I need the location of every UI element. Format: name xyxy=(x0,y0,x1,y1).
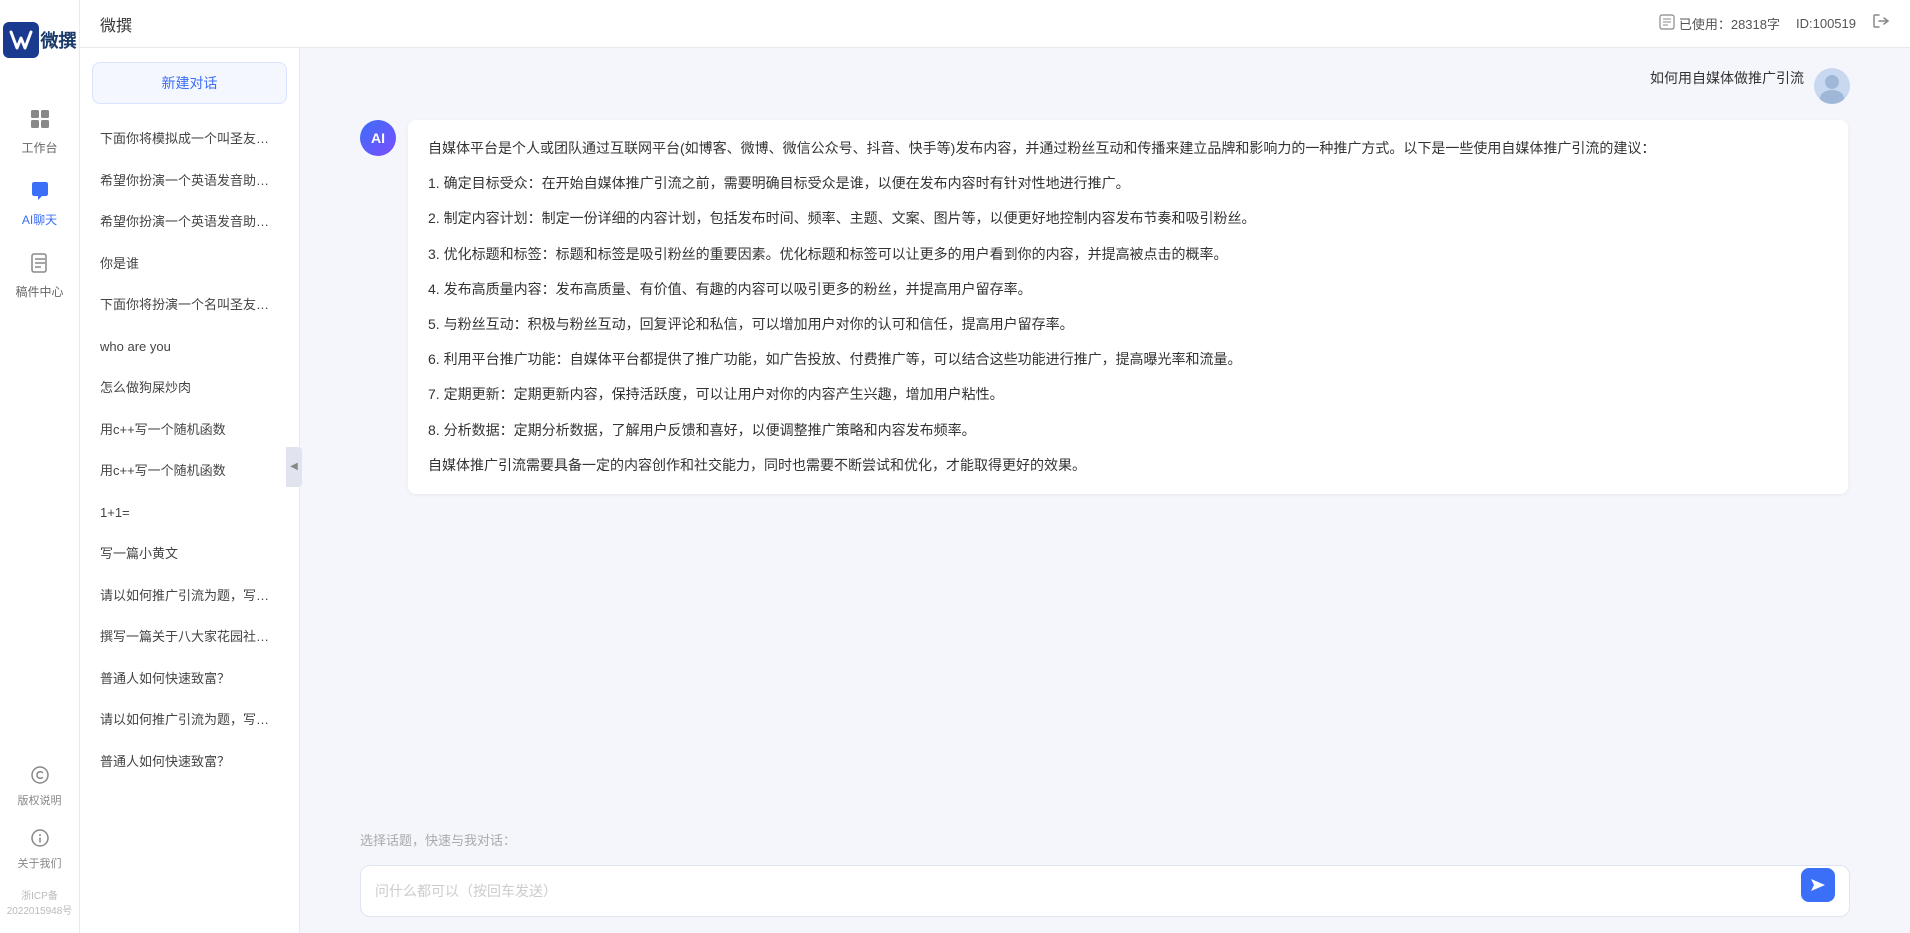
history-item[interactable]: 你是谁 xyxy=(86,244,293,284)
word-count-text: 已使用：28318字 xyxy=(1679,14,1780,33)
ai-paragraph-7: 7. 定期更新：定期更新内容，保持活跃度，可以让用户对你的内容产生兴趣，增加用户… xyxy=(428,382,1828,407)
history-item[interactable]: 怎么做狗屎炒肉 xyxy=(86,368,293,408)
workbench-icon xyxy=(29,108,51,136)
nav-workbench[interactable]: 工作台 xyxy=(6,98,74,166)
ai-message: AI 自媒体平台是个人或团队通过互联网平台(如博客、微博、微信公众号、抖音、快手… xyxy=(360,120,1850,494)
main-area: 微撰 已使用：28318字 ID:100519 新建对话 下面你将模拟成一个叫圣… xyxy=(80,0,1910,933)
ai-avatar: AI xyxy=(360,120,396,156)
ai-chat-icon xyxy=(29,180,51,208)
history-item[interactable]: 普通人如何快速致富？ xyxy=(86,659,293,699)
quick-topics: 选择话题，快速与我对话： xyxy=(300,820,1910,855)
copyright-icon xyxy=(30,765,50,790)
history-item[interactable]: 撰写一篇关于八大家花园社区一刻钟便民生... xyxy=(86,617,293,657)
ai-paragraph-8: 8. 分析数据：定期分析数据，了解用户反馈和喜好，以便调整推广策略和内容发布频率… xyxy=(428,418,1828,443)
nav-about[interactable]: 关于我们 xyxy=(10,820,70,879)
history-item[interactable]: 请以如何推广引流为题，写一篇大纲 xyxy=(86,576,293,616)
history-item[interactable]: 希望你扮演一个英语发音助手，我提供给你... xyxy=(86,202,293,242)
history-item[interactable]: who are you xyxy=(86,327,293,367)
drafts-icon xyxy=(29,252,51,280)
copyright-label: 版权说明 xyxy=(18,792,62,808)
history-item[interactable]: 1+1= xyxy=(86,493,293,533)
user-message: 如何用自媒体做推广引流 xyxy=(360,68,1850,104)
quick-topics-label: 选择话题，快速与我对话： xyxy=(360,833,516,848)
ai-message-content: 自媒体平台是个人或团队通过互联网平台(如博客、微博、微信公众号、抖音、快手等)发… xyxy=(408,120,1848,494)
header: 微撰 已使用：28318字 ID:100519 xyxy=(80,0,1910,48)
input-area: 问什么都可以（按回车发送） xyxy=(300,855,1910,933)
workbench-label: 工作台 xyxy=(21,139,57,156)
nav-ai-chat[interactable]: AI聊天 xyxy=(6,170,74,238)
nav-drafts[interactable]: 稿件中心 xyxy=(6,242,74,310)
ai-paragraph-9: 自媒体推广引流需要具备一定的内容创作和社交能力，同时也需要不断尝试和优化，才能取… xyxy=(428,453,1828,478)
history-item[interactable]: 普通人如何快速致富？ xyxy=(86,742,293,782)
ai-paragraph-3: 3. 优化标题和标签：标题和标签是吸引粉丝的重要因素。优化标题和标签可以让更多的… xyxy=(428,242,1828,267)
new-chat-button[interactable]: 新建对话 xyxy=(92,62,287,104)
logo-icon xyxy=(3,22,39,58)
nav-copyright[interactable]: 版权说明 xyxy=(10,757,70,816)
history-item[interactable]: 下面你将扮演一个名叫圣友的医生 xyxy=(86,285,293,325)
ai-chat-label: AI聊天 xyxy=(22,211,57,228)
about-icon xyxy=(30,828,50,853)
word-count: 已使用：28318字 xyxy=(1659,14,1780,33)
icp-text: 浙ICP备2022015948号 xyxy=(0,883,79,921)
nav-bottom: 版权说明 关于我们 浙ICP备2022015948号 xyxy=(0,757,79,921)
send-button[interactable] xyxy=(1801,868,1835,902)
word-count-icon xyxy=(1659,14,1675,33)
ai-paragraph-1: 1. 确定目标受众：在开始自媒体推广引流之前，需要明确目标受众是谁，以便在发布内… xyxy=(428,171,1828,196)
ai-paragraph-4: 4. 发布高质量内容：发布高质量、有价值、有趣的内容可以吸引更多的粉丝，并提高用… xyxy=(428,277,1828,302)
user-avatar xyxy=(1814,68,1850,104)
content-area: 新建对话 下面你将模拟成一个叫圣友的程序员，我说... 希望你扮演一个英语发音助… xyxy=(80,48,1910,933)
about-label: 关于我们 xyxy=(18,855,62,871)
chat-input-container[interactable]: 问什么都可以（按回车发送） xyxy=(360,865,1850,917)
ai-paragraph-0: 自媒体平台是个人或团队通过互联网平台(如博客、微博、微信公众号、抖音、快手等)发… xyxy=(428,136,1828,161)
ai-paragraph-2: 2. 制定内容计划：制定一份详细的内容计划，包括发布时间、频率、主题、文案、图片… xyxy=(428,206,1828,231)
ai-paragraph-5: 5. 与粉丝互动：积极与粉丝互动，回复评论和私信，可以增加用户对你的认可和信任，… xyxy=(428,312,1828,337)
history-item[interactable]: 用c++写一个随机函数 xyxy=(86,451,293,491)
logout-icon[interactable] xyxy=(1872,12,1890,35)
left-navigation: 微撰 工作台 AI聊天 稿件中心 版权说明 关于我们 xyxy=(0,0,80,933)
sidebar-collapse-toggle[interactable]: ◀ xyxy=(286,447,302,487)
history-item[interactable]: 写一篇小黄文 xyxy=(86,534,293,574)
history-item[interactable]: 希望你扮演一个英语发音助手，我提供给你... xyxy=(86,161,293,201)
app-logo: 微撰 xyxy=(3,12,77,68)
chat-messages: 如何用自媒体做推广引流 AI 自媒体平台是个人或团队通过互联网平台(如博客、微博… xyxy=(300,48,1910,820)
logo-text: 微撰 xyxy=(41,27,77,53)
drafts-label: 稿件中心 xyxy=(15,283,63,300)
header-right: 已使用：28318字 ID:100519 xyxy=(1659,12,1890,35)
chat-area: 如何用自媒体做推广引流 AI 自媒体平台是个人或团队通过互联网平台(如博客、微博… xyxy=(300,48,1910,933)
history-item[interactable]: 请以如何推广引流为题，写一篇大纲 xyxy=(86,700,293,740)
user-message-content: 如何用自媒体做推广引流 xyxy=(1650,68,1804,88)
history-sidebar: 新建对话 下面你将模拟成一个叫圣友的程序员，我说... 希望你扮演一个英语发音助… xyxy=(80,48,300,933)
history-item[interactable]: 下面你将模拟成一个叫圣友的程序员，我说... xyxy=(86,119,293,159)
header-title: 微撰 xyxy=(100,12,132,36)
user-id: ID:100519 xyxy=(1796,16,1856,31)
ai-paragraph-6: 6. 利用平台推广功能：自媒体平台都提供了推广功能，如广告投放、付费推广等，可以… xyxy=(428,347,1828,372)
input-placeholder: 问什么都可以（按回车发送） xyxy=(375,881,557,901)
history-item[interactable]: 用c++写一个随机函数 xyxy=(86,410,293,450)
